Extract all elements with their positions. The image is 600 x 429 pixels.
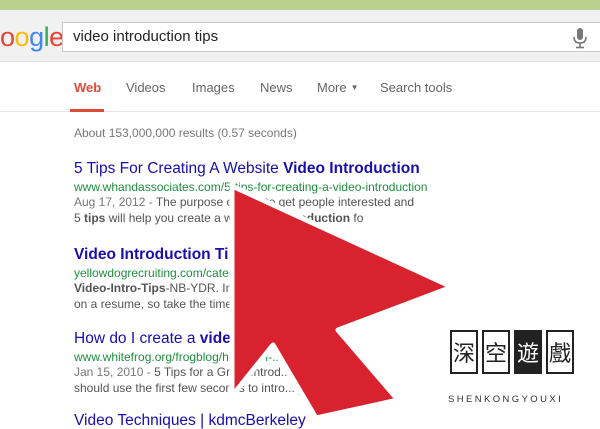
watermark-text: SHENKONGYOUXI — [448, 394, 564, 405]
tab-videos[interactable]: Videos — [126, 80, 166, 95]
result-title-part: 5 Tips For Creating A Website — [74, 160, 284, 177]
tab-images[interactable]: Images — [192, 80, 235, 95]
result-snippet-line: on a resume, so take the time to thi... … — [74, 296, 454, 312]
tab-search-tools[interactable]: Search tools — [380, 80, 452, 95]
result-title-part: How do I create a — [74, 330, 200, 347]
result-snippet-text: 5 Tips for a Great Introd... video: 1 — [154, 365, 337, 379]
search-tabs: Web Videos Images News More ▼ Search tool… — [0, 62, 600, 112]
watermark-char: 深 — [450, 330, 478, 374]
active-tab-indicator — [70, 109, 104, 112]
search-input[interactable]: video introduction tips — [62, 22, 600, 52]
result-date: Aug 17, 2012 - — [74, 195, 156, 209]
result-snippet-text: 5 — [74, 211, 85, 225]
watermark-logo: 深 空 遊 戲 SHENKONGYOUXI — [436, 320, 600, 429]
tab-more-label: More — [317, 80, 347, 95]
result-title-link[interactable]: Video Techniques | kdmcBerkeley — [74, 412, 454, 429]
result-snippet-text: The purpose of ... is to get people inte… — [155, 195, 415, 209]
search-result: How do I create a video intro ... frog w… — [74, 330, 454, 396]
result-snippet-line: Jan 15, 2010 - 5 Tips for a Great Introd… — [74, 364, 454, 380]
result-date: Jan 15, 2010 - — [74, 365, 155, 379]
result-title-part: ... frog — [279, 330, 328, 347]
result-title-link[interactable]: How do I create a video intro ... frog — [74, 330, 454, 348]
result-snippet-text: fo — [350, 211, 364, 225]
result-snippet-line: 5 tips will help you create a wi...video… — [74, 210, 454, 226]
result-title-link[interactable]: Video Introduction Tips ... Recruiting — [74, 246, 454, 264]
result-url: www.whandassociates.com/5-tips-for-creat… — [74, 180, 428, 194]
result-snippet-line: should use the first few seconds to intr… — [74, 380, 454, 396]
result-title-bold: Video Introduction — [283, 160, 420, 177]
result-title-link[interactable]: 5 Tips For Creating A Website Video Intr… — [74, 160, 454, 178]
watermark-char: 空 — [482, 330, 510, 374]
result-title-bold: Video Introduction Tips — [74, 246, 247, 263]
watermark-char: 遊 — [514, 330, 542, 374]
result-title-part: ... Recruiting — [246, 246, 338, 263]
tab-more[interactable]: More ▼ — [317, 80, 359, 95]
result-snippet-bold: video introduction — [245, 211, 351, 225]
result-snippet-bold: Video-Intro-Tips — [74, 281, 166, 295]
result-title-bold: video intro — [199, 330, 280, 347]
tab-news[interactable]: News — [260, 80, 293, 95]
result-snippet-bold: tips — [84, 211, 106, 225]
browser-top-strip — [0, 0, 600, 10]
search-result: Video Techniques | kdmcBerkeley — [74, 412, 454, 429]
result-stats: About 153,000,000 results (0.57 seconds) — [74, 126, 297, 140]
result-snippet-text: on a resume, so take the time to thi... … — [74, 297, 341, 311]
result-url: yellowdogrecruiting.com/category... — [74, 266, 262, 280]
search-query: video introduction tips — [73, 28, 219, 45]
microphone-icon[interactable] — [571, 27, 589, 49]
search-result: 5 Tips For Creating A Website Video Intr… — [74, 160, 454, 226]
search-header: oogle video introduction tips — [0, 10, 600, 62]
result-snippet-line: Video-Intro-Tips-NB-YDR. Insert text to … — [74, 280, 454, 296]
google-logo[interactable]: oogle — [0, 22, 64, 53]
result-url: www.whitefrog.org/frogblog/how-do-i-... — [74, 350, 283, 364]
result-snippet-text: should use the first few seconds to intr… — [74, 381, 357, 395]
result-snippet-line: Aug 17, 2012 - The purpose of ... is to … — [74, 194, 454, 210]
search-result: Video Introduction Tips ... Recruiting y… — [74, 246, 454, 312]
watermark-char: 戲 — [546, 330, 574, 374]
tab-web[interactable]: Web — [74, 80, 101, 95]
caret-down-icon: ▼ — [350, 83, 359, 92]
result-snippet-text: -NB-YDR. Insert text to ... do not show — [165, 281, 370, 295]
result-snippet-text: will help you create a wi... — [105, 211, 246, 225]
